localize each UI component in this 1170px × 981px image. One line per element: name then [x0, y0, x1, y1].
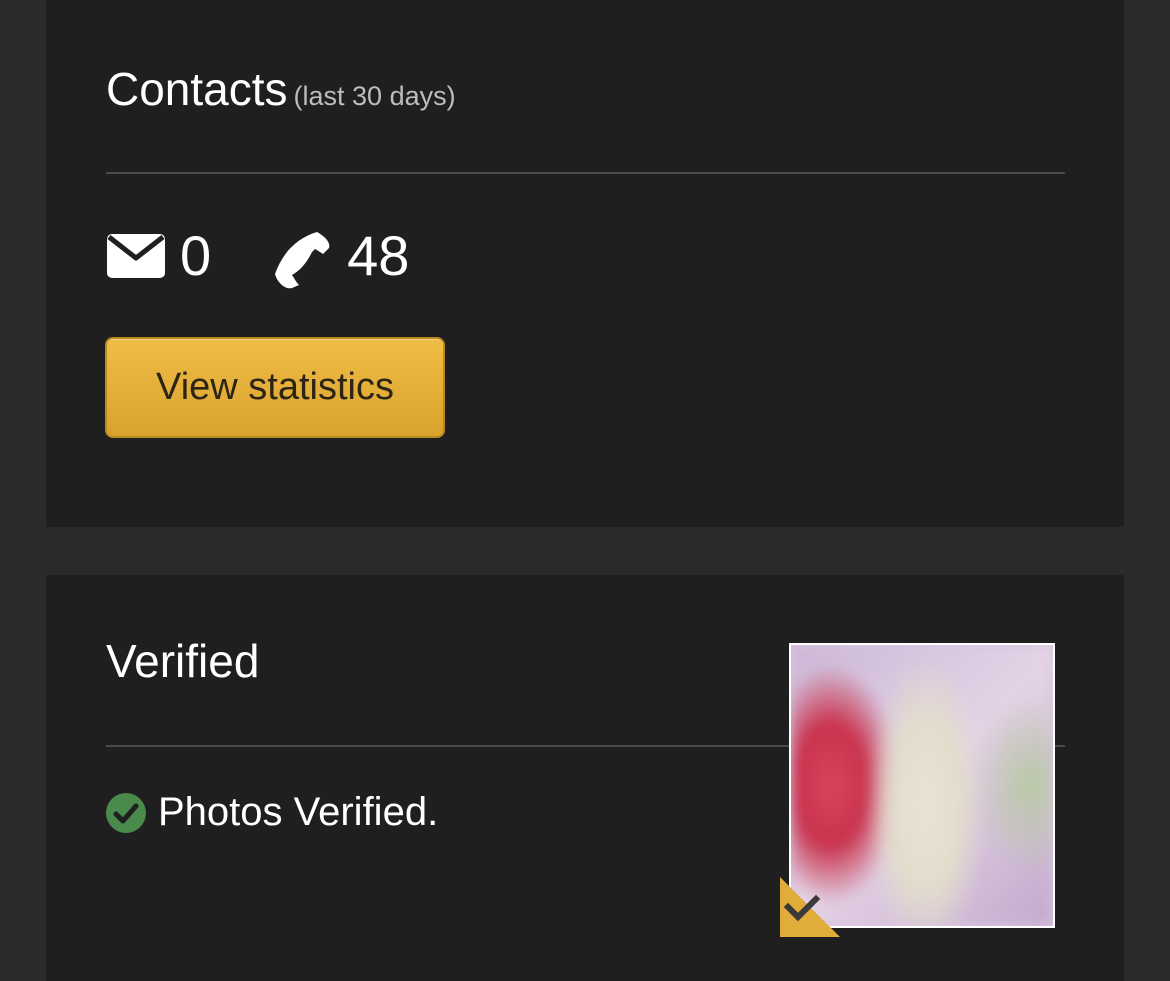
phone-icon — [273, 230, 333, 289]
envelope-icon — [106, 230, 166, 282]
contact-stats: 0 48 — [106, 224, 410, 289]
contacts-divider — [106, 172, 1065, 174]
verification-status-text: Photos Verified. — [158, 790, 439, 834]
verification-status: Photos Verified. — [106, 790, 438, 835]
contacts-title: Contacts — [106, 63, 288, 115]
messages-count: 0 — [180, 224, 212, 287]
contacts-panel: Contacts (last 30 days) 0 48 View statist… — [46, 0, 1124, 527]
verified-check-badge-icon — [780, 877, 840, 937]
check-circle-icon — [106, 792, 146, 833]
calls-count: 48 — [347, 224, 410, 287]
verified-panel: Verified Photos Verified. — [46, 575, 1124, 981]
view-statistics-button[interactable]: View statistics — [105, 337, 445, 438]
verified-title: Verified — [106, 635, 260, 687]
contacts-heading: Contacts (last 30 days) — [106, 66, 456, 112]
contacts-period-label: (last 30 days) — [293, 81, 456, 111]
